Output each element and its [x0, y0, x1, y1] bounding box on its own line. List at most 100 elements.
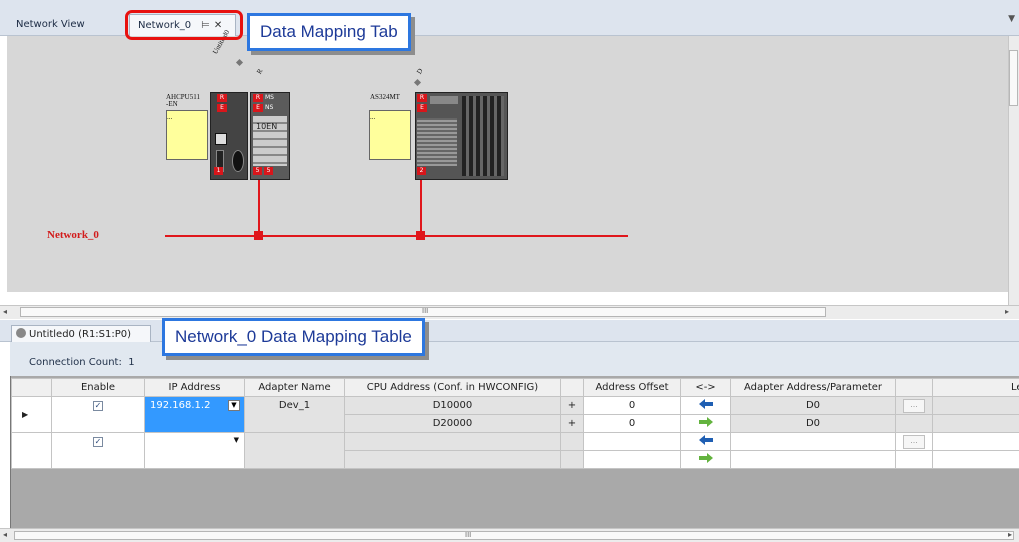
- scroll-grip: III: [465, 531, 472, 539]
- device2-io-leds: [417, 118, 457, 166]
- adapter-address-button-cell[interactable]: ...: [895, 396, 933, 415]
- ip-address-dropdown[interactable]: 192.168.1.2 ▼: [144, 396, 245, 433]
- tab-list-dropdown-icon[interactable]: ▼: [1008, 14, 1015, 24]
- adapter-address-cell[interactable]: [730, 432, 896, 451]
- arrow-left-icon: [698, 435, 713, 445]
- adapter-address-cell[interactable]: D0: [730, 396, 896, 415]
- tab-network-view[interactable]: Network View: [8, 14, 126, 36]
- cpu-address-cell[interactable]: [344, 432, 561, 451]
- cpu-address-cell[interactable]: D20000: [344, 414, 561, 433]
- device2-model-label: AS324MT: [370, 93, 400, 101]
- tab-highlight-box: [125, 10, 243, 40]
- network-label: Network_0: [47, 229, 99, 241]
- arrow-right-icon: [698, 417, 713, 427]
- address-offset-cell[interactable]: 0: [583, 396, 681, 415]
- direction-cell: [680, 450, 731, 469]
- device1-network-node[interactable]: [254, 231, 263, 240]
- tab-untitled0-mapping[interactable]: Untitled0 (R1:S1:P0): [11, 325, 151, 342]
- address-offset-cell[interactable]: [583, 432, 681, 451]
- ip-address-value: 192.168.1.2: [150, 400, 211, 411]
- data-mapping-table-callout: Network_0 Data Mapping Table: [162, 318, 425, 356]
- network-canvas[interactable]: [7, 36, 1009, 292]
- header-adapter-address[interactable]: Adapter Address/Parameter: [730, 378, 896, 397]
- enable-checkbox-cell[interactable]: ✓: [51, 432, 145, 469]
- offset-plus-cell: +: [560, 414, 584, 433]
- device1-port1-badge: 1: [214, 167, 223, 175]
- data-mapping-tab-callout: Data Mapping Tab: [247, 13, 411, 51]
- offset-plus-cell: [560, 450, 584, 469]
- adapter-address-cell[interactable]: D0: [730, 414, 896, 433]
- header-row-selector: [11, 378, 52, 397]
- device1-e-indicator: E: [217, 104, 227, 112]
- device2-network-drop: [420, 180, 422, 235]
- table-horizontal-scroll-thumb[interactable]: [14, 531, 1014, 540]
- adapter-address-cell[interactable]: [730, 450, 896, 469]
- scroll-left-icon[interactable]: ◂: [3, 307, 7, 316]
- header-direction[interactable]: <->: [680, 378, 731, 397]
- tab-network-view-label: Network View: [16, 19, 85, 30]
- browse-button[interactable]: ...: [903, 398, 925, 413]
- header-adapter-name[interactable]: Adapter Name: [244, 378, 345, 397]
- enable-checkbox[interactable]: ✓: [93, 437, 103, 447]
- device1-r-indicator: R: [217, 94, 227, 102]
- device1-ms-label: MS: [265, 94, 274, 101]
- connection-count-value: 1: [128, 357, 135, 368]
- row-current-indicator: ▶: [11, 396, 52, 433]
- browse-button[interactable]: ...: [903, 434, 925, 449]
- adapter-address-button-cell: [895, 414, 933, 433]
- scroll-left-icon[interactable]: ◂: [3, 530, 7, 539]
- arrow-right-icon: [698, 453, 713, 463]
- offset-plus-cell: [560, 432, 584, 451]
- device1-network-drop: [258, 180, 260, 235]
- device1-port-icon: [215, 133, 227, 145]
- device2-info-box: ...: [369, 110, 411, 160]
- adapter-name-cell: [244, 432, 345, 469]
- device2-network-node[interactable]: [416, 231, 425, 240]
- device1-info-box: ...: [166, 110, 208, 160]
- chevron-down-icon[interactable]: ▼: [228, 400, 240, 411]
- device2-terminal-block: [462, 96, 504, 176]
- length-cell[interactable]: [932, 450, 1019, 469]
- direction-cell: [680, 414, 731, 433]
- adapter-address-button-cell: [895, 450, 933, 469]
- device1-10en-label: 10EN: [256, 122, 278, 131]
- length-cell[interactable]: 2: [932, 414, 1019, 433]
- enable-checkbox[interactable]: ✓: [93, 401, 103, 411]
- adapter-address-button-cell[interactable]: ...: [895, 432, 933, 451]
- address-offset-cell[interactable]: [583, 450, 681, 469]
- device1-ns-label: NS: [265, 104, 274, 111]
- header-ip-address[interactable]: IP Address: [144, 378, 245, 397]
- direction-cell: [680, 396, 731, 415]
- address-offset-cell[interactable]: 0: [583, 414, 681, 433]
- header-blank: [560, 378, 584, 397]
- scroll-right-icon[interactable]: ▸: [1005, 307, 1009, 316]
- enable-checkbox-cell[interactable]: ✓: [51, 396, 145, 433]
- header-enable[interactable]: Enable: [51, 378, 145, 397]
- header-cpu-address[interactable]: CPU Address (Conf. in HWCONFIG): [344, 378, 561, 397]
- scroll-right-icon[interactable]: ▸: [1008, 530, 1012, 539]
- header-blank: [895, 378, 933, 397]
- cpu-address-cell[interactable]: D10000: [344, 396, 561, 415]
- canvas-vertical-scroll-thumb[interactable]: [1009, 50, 1018, 106]
- length-cell[interactable]: 2: [932, 396, 1019, 415]
- chevron-down-icon[interactable]: ▼: [234, 436, 239, 444]
- connection-count: Connection Count: 1: [29, 357, 135, 368]
- device1-dial-icon: [232, 150, 244, 172]
- row-selector: [11, 432, 52, 469]
- network-bus-line[interactable]: [165, 235, 628, 237]
- status-dot-icon: [16, 328, 26, 338]
- header-length[interactable]: Length: [932, 378, 1019, 397]
- tab-untitled0-label: Untitled0 (R1:S1:P0): [29, 329, 132, 340]
- direction-cell: [680, 432, 731, 451]
- length-cell[interactable]: [932, 432, 1019, 451]
- device1-port5a-badge: 5: [253, 167, 262, 175]
- offset-plus-cell: +: [560, 396, 584, 415]
- scroll-grip: III: [422, 307, 429, 315]
- cpu-address-cell[interactable]: [344, 450, 561, 469]
- table-row[interactable]: ▶ ✓ 192.168.1.2 ▼ Dev_1 D10000 + 0 D0 ...…: [11, 396, 1019, 433]
- device1-model-label: AHCPU511 -EN: [166, 93, 200, 108]
- table-row[interactable]: ✓ ▼ ...: [11, 432, 1019, 469]
- header-address-offset[interactable]: Address Offset: [583, 378, 681, 397]
- ip-address-dropdown[interactable]: ▼: [144, 432, 245, 469]
- device1-module-e: E: [253, 104, 263, 112]
